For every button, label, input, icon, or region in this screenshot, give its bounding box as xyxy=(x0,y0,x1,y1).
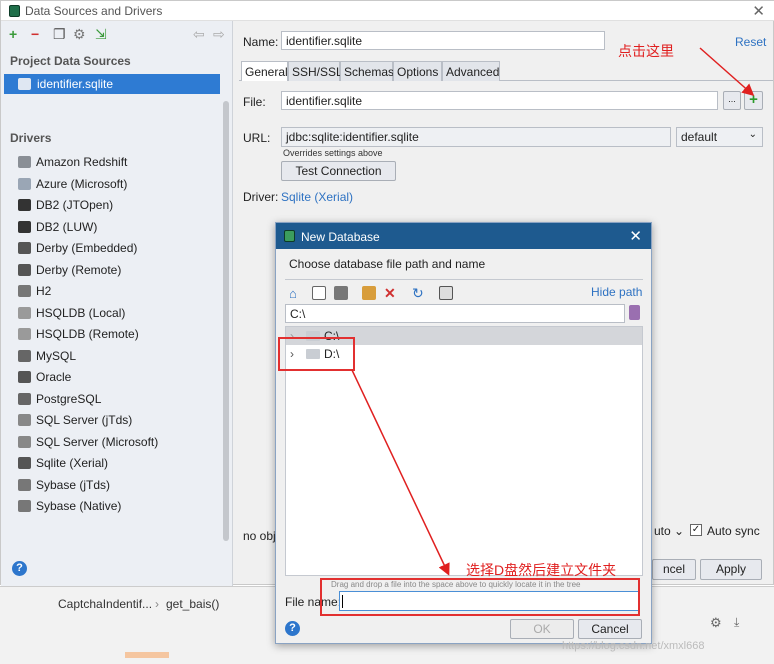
arrow-to-add-file xyxy=(699,47,755,96)
watermark: https://blog.csdn.net/xmxl668 xyxy=(562,640,705,652)
arrow-to-file-name xyxy=(351,369,450,576)
annotation-arrows xyxy=(351,47,755,576)
